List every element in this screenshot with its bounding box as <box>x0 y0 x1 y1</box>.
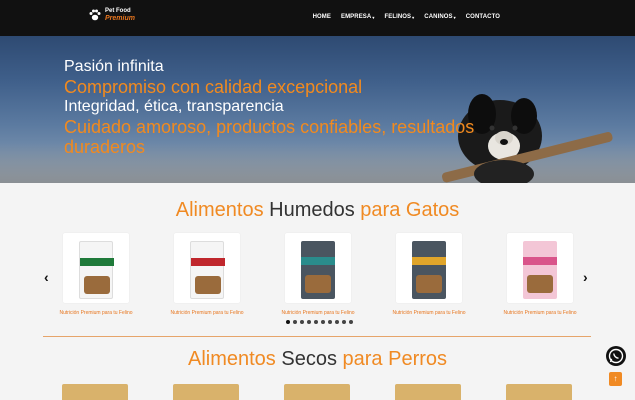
product-image <box>174 233 240 303</box>
dry-food-carousel <box>0 384 635 400</box>
product-card[interactable]: Nutrición Premium para tu Felino <box>167 233 247 316</box>
carousel-dot[interactable] <box>293 320 297 324</box>
carousel-dot[interactable] <box>328 320 332 324</box>
product-image <box>507 233 573 303</box>
section-title-perros: Alimentos Secos para Perros <box>187 348 448 370</box>
scroll-to-top-button[interactable]: ↑ <box>609 372 622 386</box>
nav-caninos[interactable]: CANINOS ▾ <box>424 14 455 20</box>
product-card[interactable]: Nutrición Premium para tu Felino <box>500 233 580 316</box>
product-card[interactable]: Nutrición Premium para tu Felino <box>389 233 469 316</box>
product-card[interactable]: Nutrición Premium para tu Felino <box>278 233 358 316</box>
product-image <box>396 233 462 303</box>
caret-down-icon: ▾ <box>453 14 456 20</box>
hero-line-5: duraderos <box>64 137 146 157</box>
logo-text-bottom: Premium <box>105 15 135 22</box>
carousel-dot[interactable] <box>342 320 346 324</box>
carousel-dot[interactable] <box>300 320 304 324</box>
chevron-left-icon[interactable]: ‹ <box>44 269 49 285</box>
product-caption[interactable]: Nutrición Premium para tu Felino <box>278 310 358 316</box>
hero-line-2: Compromiso con calidad excepcional <box>64 77 363 97</box>
section-title-gatos: Alimentos Humedos para Gatos <box>175 199 460 221</box>
carousel-dot[interactable] <box>321 320 325 324</box>
product-card[interactable] <box>395 384 461 400</box>
carousel-dot[interactable] <box>286 320 290 324</box>
product-card[interactable] <box>173 384 239 400</box>
product-card[interactable] <box>506 384 572 400</box>
carousel-dot[interactable] <box>307 320 311 324</box>
main-nav: HOME EMPRESA ▾ FELINOS ▾ CANINOS ▾ CONTACTO <box>303 14 500 20</box>
hero-banner: Pasión infinita Compromiso con calidad e… <box>0 36 635 183</box>
arrow-up-icon: ↑ <box>613 374 618 383</box>
product-image <box>285 233 351 303</box>
section-divider <box>43 336 591 337</box>
whatsapp-button[interactable] <box>606 346 626 366</box>
product-caption[interactable]: Nutrición Premium para tu Felino <box>167 310 247 316</box>
logo-text-top: Pet Food <box>105 8 131 14</box>
product-carousel: ‹ Nutrición Premium para tu Felino Nutri… <box>0 233 635 323</box>
hero-line-1: Pasión infinita <box>64 58 164 75</box>
nav-felinos[interactable]: FELINOS ▾ <box>384 14 414 20</box>
paw-icon <box>88 8 102 22</box>
product-card[interactable]: Nutrición Premium para tu Felino <box>56 233 136 316</box>
hero-line-3: Integridad, ética, transparencia <box>64 98 284 115</box>
whatsapp-icon <box>608 348 624 364</box>
hero-line-4: Cuidado amoroso, productos confiables, r… <box>64 117 475 137</box>
site-logo[interactable]: Pet Food Premium <box>88 8 135 22</box>
product-card[interactable] <box>284 384 350 400</box>
nav-contacto[interactable]: CONTACTO <box>466 14 500 20</box>
nav-home[interactable]: HOME <box>313 14 331 20</box>
product-caption[interactable]: Nutrición Premium para tu Felino <box>56 310 136 316</box>
product-card[interactable] <box>62 384 128 400</box>
nav-empresa[interactable]: EMPRESA ▾ <box>341 14 374 20</box>
caret-down-icon: ▾ <box>372 14 375 20</box>
carousel-dots <box>286 320 353 324</box>
product-caption[interactable]: Nutrición Premium para tu Felino <box>389 310 469 316</box>
carousel-dot[interactable] <box>335 320 339 324</box>
product-caption[interactable]: Nutrición Premium para tu Felino <box>500 310 580 316</box>
caret-down-icon: ▾ <box>412 14 415 20</box>
carousel-dot[interactable] <box>349 320 353 324</box>
product-image <box>63 233 129 303</box>
hero-text: Pasión infinita Compromiso con calidad e… <box>64 57 474 157</box>
carousel-dot[interactable] <box>314 320 318 324</box>
top-navbar: Pet Food Premium HOME EMPRESA ▾ FELINOS ▾ … <box>0 0 635 36</box>
chevron-right-icon[interactable]: › <box>583 269 588 285</box>
